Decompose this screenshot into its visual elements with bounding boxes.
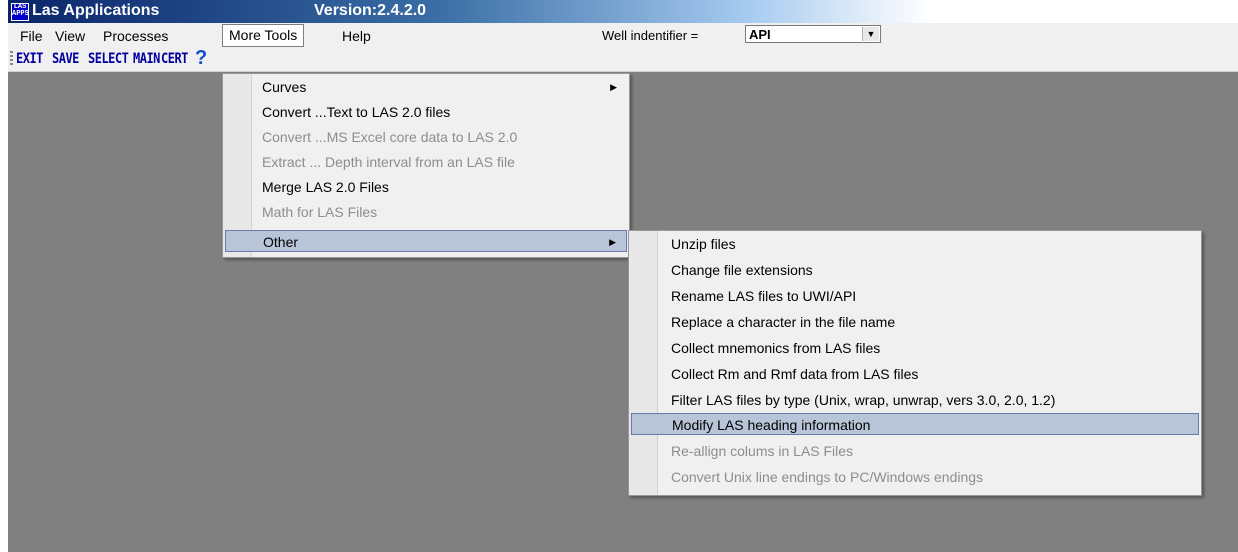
menu-item-convert-unix: Convert Unix line endings to PC/Windows … xyxy=(671,469,984,485)
exit-button[interactable]: EXIT xyxy=(16,50,43,67)
app-title: Las Applications xyxy=(32,2,160,19)
chevron-down-icon[interactable]: ▼ xyxy=(862,27,879,41)
question-icon[interactable]: ? xyxy=(195,47,207,70)
select-button[interactable]: SELECT xyxy=(88,50,129,67)
title-bar: LAS APPS Las Applications Version:2.4.2.0 xyxy=(8,0,1238,23)
well-identifier-label: Well indentifier = xyxy=(602,28,699,43)
menu-item-curves[interactable]: Curves ▶ xyxy=(225,76,627,98)
menu-file[interactable]: File xyxy=(14,26,49,46)
window-left-edge xyxy=(0,0,8,552)
save-button[interactable]: SAVE xyxy=(52,50,79,67)
version-label: Version:2.4.2.0 xyxy=(314,2,427,19)
menu-bar: File View Processes More Tools Help Well… xyxy=(8,23,1238,47)
menu-item-merge-las[interactable]: Merge LAS 2.0 Files xyxy=(225,176,627,198)
menu-help[interactable]: Help xyxy=(336,26,377,46)
app-logo-icon: LAS APPS xyxy=(11,3,29,21)
menu-item-replace-character[interactable]: Replace a character in the file name xyxy=(631,311,1199,333)
toolbar: EXIT SAVE SELECT MAIN CERT ? xyxy=(8,47,1238,72)
menu-item-math: Math for LAS Files xyxy=(262,204,378,220)
toolbar-grip[interactable] xyxy=(10,51,13,67)
menu-item-filter-las[interactable]: Filter LAS files by type (Unix, wrap, un… xyxy=(631,389,1199,411)
menu-item-modify-heading[interactable]: Modify LAS heading information xyxy=(631,413,1199,435)
menu-item-convert-text[interactable]: Convert ...Text to LAS 2.0 files xyxy=(225,101,627,123)
menu-more-tools[interactable]: More Tools xyxy=(222,24,305,47)
menu-item-unzip[interactable]: Unzip files xyxy=(631,233,1199,255)
menu-item-collect-mnemonics[interactable]: Collect mnemonics from LAS files xyxy=(631,337,1199,359)
main-button[interactable]: MAIN xyxy=(133,50,160,67)
more-tools-dropdown: Curves ▶ Convert ...Text to LAS 2.0 file… xyxy=(222,73,630,258)
menu-item-convert-excel: Convert ...MS Excel core data to LAS 2.0 xyxy=(262,129,518,145)
well-identifier-select[interactable]: API ▼ xyxy=(745,25,881,43)
submenu-arrow-icon: ▶ xyxy=(609,237,616,247)
menu-processes[interactable]: Processes xyxy=(97,26,174,46)
menu-item-collect-rm[interactable]: Collect Rm and Rmf data from LAS files xyxy=(631,363,1199,385)
menu-item-change-extensions[interactable]: Change file extensions xyxy=(631,259,1199,281)
menu-item-realign-columns: Re-allign colums in LAS Files xyxy=(671,443,854,459)
submenu-arrow-icon: ▶ xyxy=(610,82,617,92)
menu-view[interactable]: View xyxy=(49,26,91,46)
other-submenu: Unzip files Change file extensions Renam… xyxy=(628,230,1202,496)
well-identifier-value: API xyxy=(749,27,771,42)
menu-item-other[interactable]: Other ▶ xyxy=(225,230,627,252)
menu-item-rename-uwi[interactable]: Rename LAS files to UWI/API xyxy=(631,285,1199,307)
cert-button[interactable]: CERT xyxy=(161,50,188,67)
menu-item-extract-depth: Extract ... Depth interval from an LAS f… xyxy=(262,154,515,170)
